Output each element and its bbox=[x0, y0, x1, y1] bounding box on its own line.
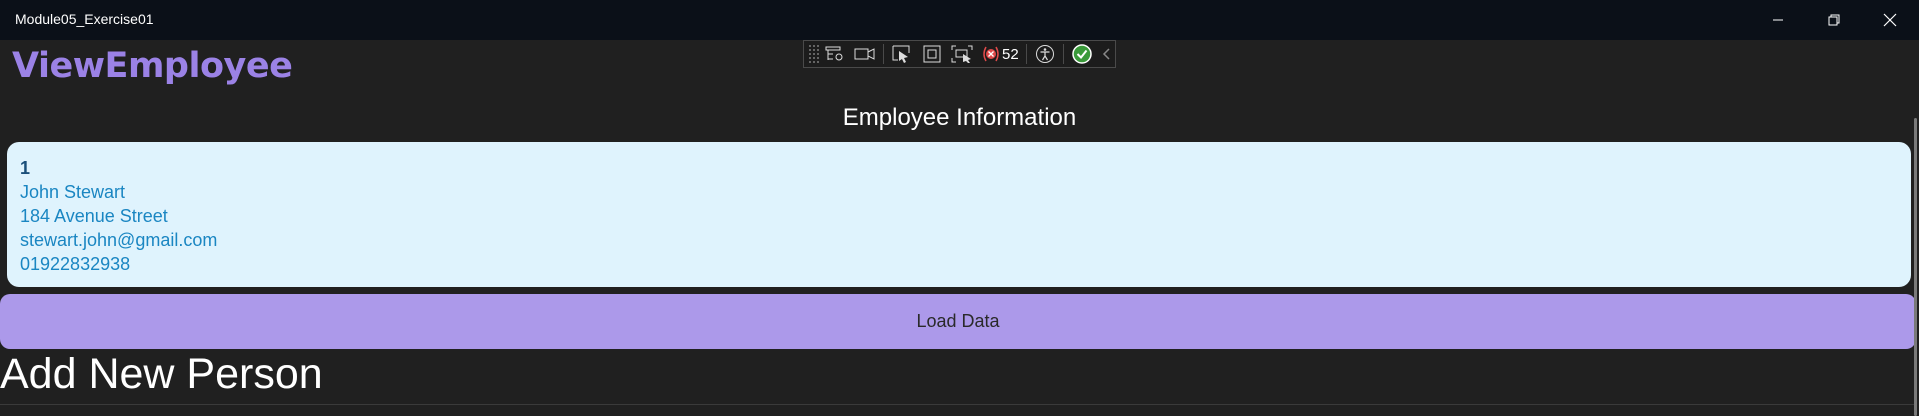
collapse-toolbar-button[interactable] bbox=[1097, 41, 1115, 67]
add-new-person-heading: Add New Person bbox=[0, 350, 323, 398]
employee-address: 184 Avenue Street bbox=[20, 206, 168, 226]
restore-button[interactable] bbox=[1806, 0, 1862, 40]
window-title: Module05_Exercise01 bbox=[15, 11, 154, 27]
live-visual-tree-icon bbox=[825, 46, 843, 61]
minimize-button[interactable] bbox=[1750, 0, 1806, 40]
track-focus-icon bbox=[951, 45, 973, 63]
employee-card: 1 John Stewart 184 Avenue Street stewart… bbox=[7, 142, 1911, 287]
select-element-button[interactable] bbox=[887, 41, 917, 67]
close-button[interactable] bbox=[1862, 0, 1918, 40]
live-visual-tree-button[interactable] bbox=[820, 41, 850, 67]
display-layout-adorners-icon bbox=[923, 45, 941, 63]
binding-failures-icon bbox=[983, 46, 999, 62]
hot-reload-status-button[interactable] bbox=[1067, 41, 1097, 67]
employee-id: 1 bbox=[20, 158, 31, 178]
toolbar-separator bbox=[1062, 44, 1064, 64]
restore-icon bbox=[1828, 14, 1840, 26]
display-layout-adorners-button[interactable] bbox=[917, 41, 947, 67]
record-button[interactable] bbox=[850, 41, 880, 67]
employee-name: John Stewart bbox=[20, 182, 126, 202]
binding-failures-count: 52 bbox=[1002, 45, 1019, 63]
minimize-icon bbox=[1773, 19, 1783, 21]
video-icon bbox=[854, 48, 875, 60]
employee-phone: 01922832938 bbox=[20, 254, 131, 274]
toolbar-separator bbox=[1025, 44, 1027, 64]
accessibility-icon bbox=[1035, 45, 1054, 63]
vertical-scrollbar[interactable] bbox=[1914, 118, 1917, 416]
toolbar-grip[interactable] bbox=[808, 44, 820, 64]
binding-failures-button[interactable]: 52 bbox=[977, 41, 1023, 67]
xaml-debug-toolbar: 52 bbox=[803, 40, 1116, 68]
employee-info-heading: Employee Information bbox=[842, 104, 1077, 131]
window-titlebar: Module05_Exercise01 bbox=[0, 0, 1919, 40]
chevron-left-icon bbox=[1102, 48, 1110, 60]
check-icon bbox=[1071, 44, 1092, 64]
toolbar-separator bbox=[883, 44, 884, 64]
close-icon bbox=[1883, 13, 1897, 27]
track-focus-button[interactable] bbox=[947, 41, 977, 67]
employee-email: stewart.john@gmail.com bbox=[20, 230, 218, 250]
load-data-button[interactable]: Load Data bbox=[0, 294, 1916, 349]
divider bbox=[0, 404, 1916, 405]
accessibility-button[interactable] bbox=[1030, 41, 1060, 67]
select-element-icon bbox=[892, 45, 910, 63]
page-title: ViewEmployee bbox=[12, 46, 293, 86]
